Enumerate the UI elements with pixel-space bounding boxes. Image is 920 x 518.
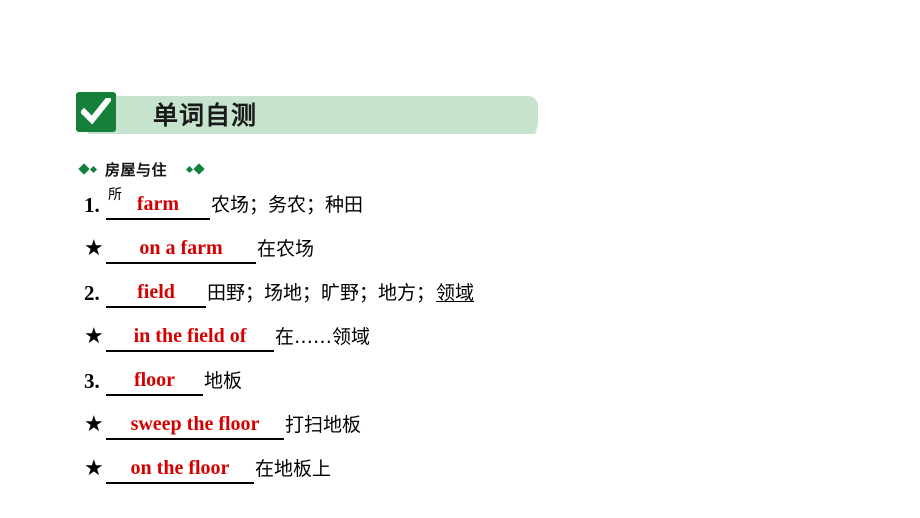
section-header: 房屋与住 (78, 158, 205, 180)
diamond-icon-small-left (89, 165, 98, 173)
answer-blank[interactable]: on the floor (106, 454, 254, 484)
list-item: ★ in the field of 在……领域 (84, 322, 884, 366)
list-item: ★ on a farm 在农场 (84, 234, 884, 278)
checkmark-icon (76, 92, 116, 132)
diamond-icon-large-right (193, 163, 205, 175)
answer-blank[interactable]: in the field of (106, 322, 274, 352)
list-item: 1. 所 farm 农场；务农；种田 (84, 187, 884, 234)
answer-blank[interactable]: on a farm (106, 234, 256, 264)
meaning-text: 田野；场地；旷野；地方； (207, 282, 436, 304)
meaning-text: 在地板上 (255, 458, 332, 480)
meaning-text: 打扫地板 (285, 414, 362, 436)
list-item: ★ on the floor 在地板上 (84, 454, 884, 498)
meaning-text: 农场；务农；种田 (211, 194, 364, 216)
section-label: 房屋与住 (105, 160, 168, 179)
meaning-text: 地板 (204, 370, 243, 392)
answer-text: floor (133, 369, 176, 391)
diamond-icon-small-right (185, 165, 194, 173)
diamond-icon-large-left (78, 163, 90, 175)
star-icon: ★ (84, 456, 104, 481)
item-marker: 2. (84, 281, 100, 305)
answer-blank[interactable]: field (106, 278, 206, 308)
list-item: 3. floor 地板 (84, 366, 884, 410)
page-title: 单词自测 (153, 101, 258, 130)
answer-text: farm (136, 193, 180, 215)
meaning-text-underlined: 领域 (436, 282, 475, 304)
answer-prefix: 所 (108, 187, 122, 203)
answer-text: field (137, 281, 175, 303)
answer-blank[interactable]: sweep the floor (106, 410, 284, 440)
star-icon: ★ (84, 412, 104, 437)
answer-text: in the field of (133, 325, 247, 347)
meaning-text: 在农场 (257, 238, 315, 260)
answer-text: sweep the floor (130, 413, 260, 435)
answer-blank[interactable]: floor (106, 366, 203, 396)
item-marker: 3. (84, 369, 100, 393)
list-item: ★ sweep the floor 打扫地板 (84, 410, 884, 454)
list-item: 2. field 田野；场地；旷野；地方； 领域 (84, 278, 884, 322)
star-icon: ★ (84, 324, 104, 349)
item-marker: 1. (84, 193, 100, 217)
answer-text: on a farm (139, 237, 223, 259)
answer-text: on the floor (130, 457, 230, 479)
star-icon: ★ (84, 236, 104, 261)
answer-blank[interactable]: 所 farm (106, 187, 210, 220)
vocabulary-list: 1. 所 farm 农场；务农；种田 ★ on a farm 在农场 2. fi… (84, 187, 884, 498)
meaning-text: 在……领域 (275, 326, 371, 348)
